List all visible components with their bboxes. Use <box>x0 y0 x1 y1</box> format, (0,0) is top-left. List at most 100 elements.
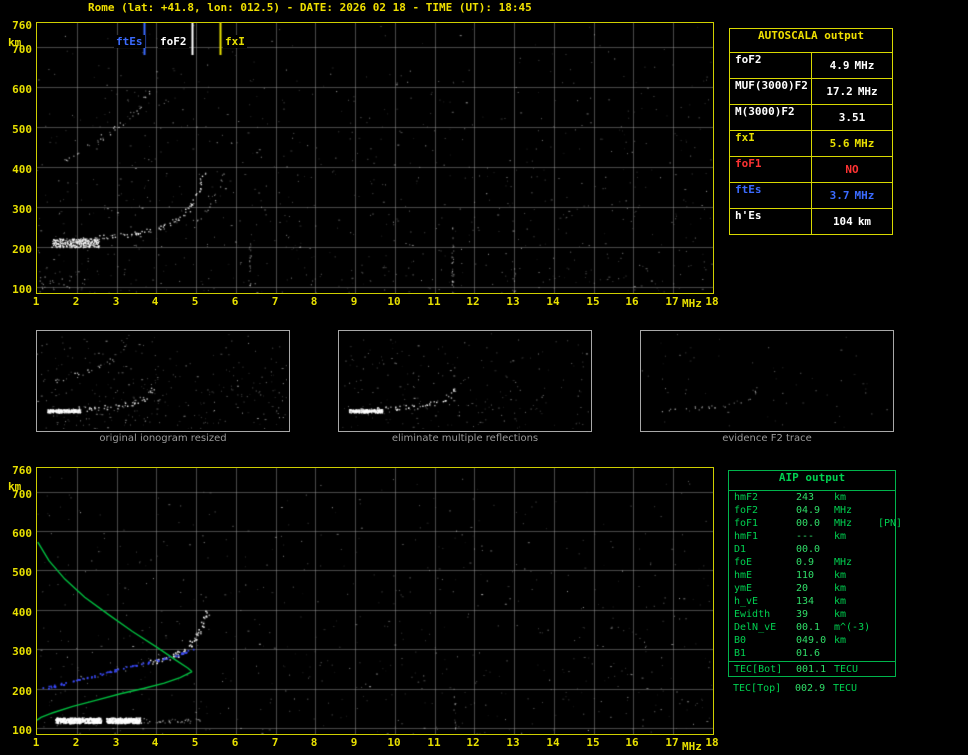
aip-output-table: AIP output hmF2 243 km foF2 04.9 MHz foF1 00.0 M… <box>728 470 903 677</box>
autoscala-row-label: M(3000)F2 <box>735 105 795 118</box>
thumbnail-f2-evidence <box>640 330 894 432</box>
autoscala-row-value: NO <box>811 157 892 182</box>
aip-lab: foF2 <box>734 505 759 516</box>
aip-extra <box>878 608 898 621</box>
aip-extra <box>878 504 898 517</box>
autoscala-row-value: 3.7 MHz <box>811 183 892 208</box>
x-tick-label: 4 <box>151 295 159 308</box>
aip-extra <box>878 582 898 595</box>
x-tick-label: 6 <box>231 736 239 749</box>
aip-tec-separator <box>729 661 895 662</box>
x-tick-label: 1 <box>32 295 40 308</box>
value-text: NO <box>845 163 859 176</box>
autoscala-row-label: fxI <box>735 131 755 144</box>
autoscala-row-value: 3.51 <box>811 105 892 130</box>
aip-row-fof1: foF1 00.0 MHz [PN] <box>729 517 903 530</box>
autoscala-row-value: 17.2 MHz <box>811 79 892 104</box>
aip-extra <box>878 621 898 634</box>
aip-extra: [PN] <box>878 518 903 529</box>
autoscala-screen: Rome (lat: +41.8, lon: 012.5) - DATE: 20… <box>0 0 968 755</box>
y-tick-label: 300 <box>12 203 32 216</box>
aip-extra <box>878 543 898 556</box>
y-tick-label: 500 <box>12 123 32 136</box>
aip-row-h-ve: h_vE 134 km <box>729 595 895 608</box>
autoscala-row-fof2: foF2 4.9 MHz <box>730 52 892 78</box>
x-tick-label: 5 <box>191 295 199 308</box>
aip-extra <box>878 491 898 504</box>
aip-val: 134 <box>796 596 815 607</box>
aip-val: 0.9 <box>796 557 815 568</box>
aip-val: 01.6 <box>796 648 821 659</box>
x-tick-label: 8 <box>310 295 318 308</box>
thumbnail-original-canvas <box>37 331 287 429</box>
y-tick-label: 400 <box>12 163 32 176</box>
y-tick-label: 600 <box>12 527 32 540</box>
unit-text: MHz <box>857 85 878 98</box>
x-tick-label: 17 <box>665 736 679 749</box>
x-tick-label: 1 <box>32 736 40 749</box>
aip-unit <box>834 647 878 660</box>
aip-unit: km <box>834 531 847 542</box>
aip-lab: B0 <box>734 635 747 646</box>
aip-row-hmf2: hmF2 243 km <box>729 491 895 504</box>
aip-val: 110 <box>796 570 815 581</box>
aip-tec-bot-row: TEC[Bot] 001.1 TECU <box>729 663 895 676</box>
aip-lab: ymE <box>734 583 753 594</box>
y-tick-label: 700 <box>12 43 32 56</box>
aip-val: 39 <box>796 609 809 620</box>
thumbnail-caption-original: original ionogram resized <box>99 433 227 444</box>
x-tick-label: 5 <box>191 736 199 749</box>
x-tick-label: 8 <box>310 736 318 749</box>
y-tick-label: 300 <box>12 645 32 658</box>
fxi-marker-label: fxI <box>223 35 247 48</box>
aip-lab: foF1 <box>734 518 759 529</box>
autoscala-row-value: 4.9 MHz <box>811 53 892 78</box>
aip-val: 001.1 <box>796 664 827 675</box>
aip-unit: MHz <box>834 518 853 529</box>
aip-lab: TEC[Bot] <box>734 664 783 675</box>
aip-unit: km <box>834 609 847 620</box>
aip-row-d1: D1 00.0 <box>729 543 895 556</box>
x-tick-label: 10 <box>387 736 401 749</box>
autoscala-row-ftes: ftEs 3.7 MHz <box>730 182 892 208</box>
aip-lab: D1 <box>734 544 747 555</box>
unit-text: MHz <box>854 59 875 72</box>
autoscala-table-rows: foF2 4.9 MHz MUF(3000)F2 17.2 MHz M(3000)F2 3.5… <box>730 52 892 234</box>
aip-unit: MHz <box>834 557 853 568</box>
station-title: Rome (lat: +41.8, lon: 012.5) - DATE: 20… <box>88 1 532 14</box>
value-text: 4.9 <box>829 59 850 72</box>
aip-row-yme: ymE 20 km <box>729 582 895 595</box>
ionogram-top-plot <box>36 22 714 294</box>
aip-val: 002.9 <box>795 683 826 694</box>
ftes-marker-label: ftEs <box>114 35 145 48</box>
x-tick-label: 16 <box>625 736 639 749</box>
aip-unit: MHz <box>834 505 853 516</box>
x-tick-label: 11 <box>427 736 441 749</box>
aip-extra <box>878 663 898 676</box>
aip-unit: km <box>834 635 847 646</box>
autoscala-row-label: h'Es <box>735 209 762 222</box>
autoscala-row-h-es: h'Es 104 km <box>730 208 892 234</box>
y-tick-label: 200 <box>12 243 32 256</box>
x-tick-label: 4 <box>151 736 159 749</box>
aip-table-title: AIP output <box>729 471 895 491</box>
aip-tec-top-row: TEC[Top] 002.9 TECU <box>728 682 894 695</box>
autoscala-row-label: foF1 <box>735 157 762 170</box>
y-tick-label: 600 <box>12 83 32 96</box>
aip-unit: TECU <box>834 664 859 675</box>
aip-lab: DelN_vE <box>734 622 777 633</box>
aip-lab: hmE <box>734 570 753 581</box>
autoscala-row-label: ftEs <box>735 183 762 196</box>
x-tick-label: 14 <box>546 295 560 308</box>
ionogram-bottom-canvas <box>37 468 713 734</box>
x-tick-label: 17 <box>665 295 679 308</box>
x-tick-label: 9 <box>350 736 358 749</box>
value-text: 17.2 <box>826 85 853 98</box>
aip-row-b0: B0 049.0 km <box>729 634 895 647</box>
aip-extra <box>878 595 898 608</box>
x-tick-label: 14 <box>546 736 560 749</box>
autoscala-table-title: AUTOSCALA output <box>758 29 864 42</box>
y-tick-label: 700 <box>12 488 32 501</box>
x-tick-label: 15 <box>586 295 600 308</box>
aip-unit: km <box>834 492 847 503</box>
